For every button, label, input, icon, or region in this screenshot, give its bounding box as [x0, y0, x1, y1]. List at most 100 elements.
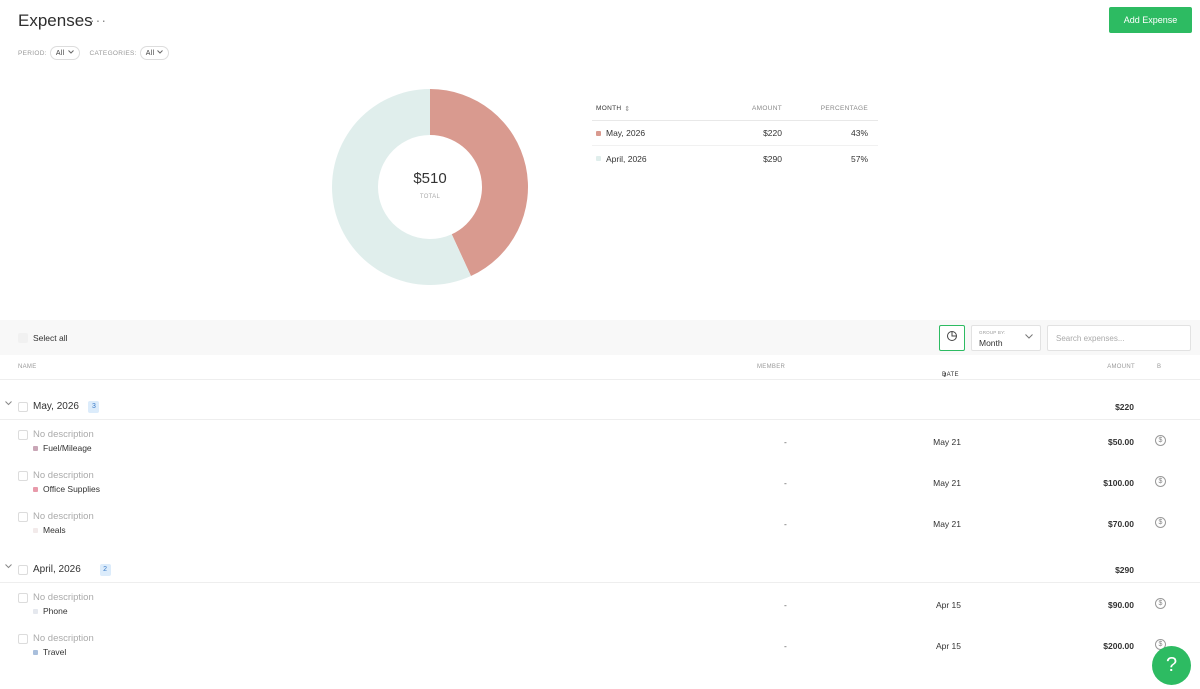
expense-row[interactable]: No description Office Supplies - May 21 $100…: [0, 463, 1200, 503]
category-color-swatch: [33, 445, 38, 451]
billable-dollar-icon[interactable]: $: [1155, 476, 1166, 487]
series-color-swatch: [596, 130, 601, 136]
select-all-control[interactable]: Select all: [18, 333, 68, 343]
chevron-down-icon: [1025, 334, 1033, 341]
summary-rows: May, 2026 $220 43% April, 2026 $290 57%: [592, 121, 878, 171]
category-label: Travel: [43, 647, 67, 657]
row-checkbox[interactable]: [18, 471, 28, 481]
expense-description: No description: [33, 470, 94, 481]
expense-amount: $70.00: [1108, 519, 1134, 529]
name-column-header: NAME: [18, 364, 37, 370]
group-total: $290: [1115, 565, 1134, 575]
month-column-header[interactable]: MONTH ⇕: [592, 105, 722, 113]
expense-row[interactable]: No description Fuel/Mileage - May 21 $50.00 $: [0, 422, 1200, 462]
summary-month: April, 2026: [592, 154, 722, 164]
row-checkbox[interactable]: [18, 512, 28, 522]
expense-date: May 21: [933, 437, 961, 447]
chevron-down-icon[interactable]: [5, 401, 12, 408]
pie-chart-icon: [946, 329, 958, 347]
expense-category: Travel: [33, 647, 66, 657]
summary-percentage: 57%: [850, 153, 868, 164]
category-label: Office Supplies: [43, 484, 101, 494]
billable-dollar-icon[interactable]: $: [1155, 517, 1166, 528]
row-checkbox[interactable]: [18, 634, 28, 644]
expense-amount: $100.00: [1103, 478, 1134, 488]
category-color-swatch: [33, 486, 38, 492]
chevron-down-icon[interactable]: [5, 564, 12, 571]
expense-description: No description: [33, 592, 94, 603]
row-checkbox[interactable]: [18, 593, 28, 603]
member-column-header: MEMBER: [757, 364, 786, 370]
category-color-swatch: [33, 649, 38, 655]
expense-member: -: [784, 437, 787, 447]
expense-date: May 21: [933, 519, 961, 529]
summary-month: May, 2026: [592, 128, 722, 138]
list-toolbar: Select all GROUP BY: Month: [0, 320, 1200, 355]
row-checkbox[interactable]: [18, 430, 28, 440]
group-total: $220: [1115, 402, 1134, 412]
expense-row[interactable]: No description Phone - Apr 15 $90.00 $: [0, 585, 1200, 625]
expense-row[interactable]: No description Meals - May 21 $70.00 $: [0, 504, 1200, 544]
help-button[interactable]: ?: [1152, 646, 1191, 685]
expenses-donut-chart: $510 TOTAL: [331, 88, 529, 286]
period-filter-value: All: [55, 49, 65, 57]
expense-category: Meals: [33, 525, 66, 535]
expense-description: No description: [33, 511, 94, 522]
percentage-column-header: PERCENTAGE: [820, 105, 868, 112]
category-label: Meals: [43, 525, 66, 535]
add-expense-button[interactable]: Add Expense: [1109, 7, 1192, 33]
summary-table-header: MONTH ⇕ AMOUNT PERCENTAGE: [592, 97, 878, 121]
expense-member: -: [784, 478, 787, 488]
group-checkbox[interactable]: [18, 565, 28, 575]
categories-filter-dropdown[interactable]: All: [139, 46, 170, 60]
categories-filter-value: All: [145, 49, 155, 57]
group-by-dropdown[interactable]: GROUP BY: Month: [971, 325, 1041, 351]
category-color-swatch: [33, 527, 38, 533]
chevron-down-icon: [157, 50, 164, 56]
summary-amount: $290: [763, 153, 782, 164]
group-by-label: GROUP BY:: [979, 330, 1006, 335]
period-filter-dropdown[interactable]: All: [49, 46, 80, 60]
summary-month-label: May, 2026: [606, 128, 646, 138]
expense-amount: $50.00: [1108, 437, 1134, 447]
expense-member: -: [784, 600, 787, 610]
expense-member: -: [784, 641, 787, 651]
summary-month-label: April, 2026: [606, 153, 647, 164]
group-checkbox[interactable]: [18, 402, 28, 412]
group-by-value: Month: [979, 338, 1003, 348]
filters-bar: PERIOD: All CATEGORIES: All: [18, 46, 179, 60]
billable-dollar-icon[interactable]: $: [1155, 598, 1166, 609]
group-name: May, 2026: [33, 401, 79, 412]
search-expenses-input[interactable]: [1047, 325, 1191, 351]
summary-row: May, 2026 $220 43%: [592, 121, 878, 146]
group-row: April, 2026 2 $290: [0, 555, 1200, 583]
group-count-badge: 3: [88, 401, 100, 413]
more-horizontal-icon[interactable]: ···: [90, 12, 107, 28]
expense-row[interactable]: No description Travel - Apr 15 $200.00 $: [0, 626, 1200, 666]
summary-table: MONTH ⇕ AMOUNT PERCENTAGE May, 2026 $220 4…: [592, 97, 878, 171]
categories-filter-label: CATEGORIES:: [89, 49, 137, 57]
expense-category: Fuel/Mileage: [33, 443, 92, 453]
sort-icon: ⇕: [624, 105, 631, 113]
expense-description: No description: [33, 429, 94, 440]
sort-icon: ⇕: [942, 373, 948, 379]
help-question-icon: ?: [1165, 654, 1178, 676]
period-filter-label: PERIOD:: [18, 49, 47, 57]
category-label: Phone: [43, 606, 68, 616]
pie-chart-toggle-button[interactable]: [939, 325, 965, 351]
billable-dollar-icon[interactable]: $: [1155, 435, 1166, 446]
expense-member: -: [784, 519, 787, 529]
expense-amount: $200.00: [1103, 641, 1134, 651]
expense-category: Phone: [33, 606, 68, 616]
select-all-label: Select all: [33, 333, 68, 343]
select-all-checkbox[interactable]: [18, 333, 28, 343]
summary-percentage: 43%: [850, 128, 868, 138]
group-name: April, 2026: [33, 564, 81, 575]
amount-column-header: AMOUNT: [752, 105, 782, 112]
expense-date: May 21: [933, 478, 961, 488]
group-row: May, 2026 3 $220: [0, 392, 1200, 420]
expense-category: Office Supplies: [33, 484, 100, 494]
expense-date: Apr 15: [935, 641, 961, 651]
expense-amount: $90.00: [1108, 600, 1134, 610]
expense-description: No description: [33, 633, 94, 644]
